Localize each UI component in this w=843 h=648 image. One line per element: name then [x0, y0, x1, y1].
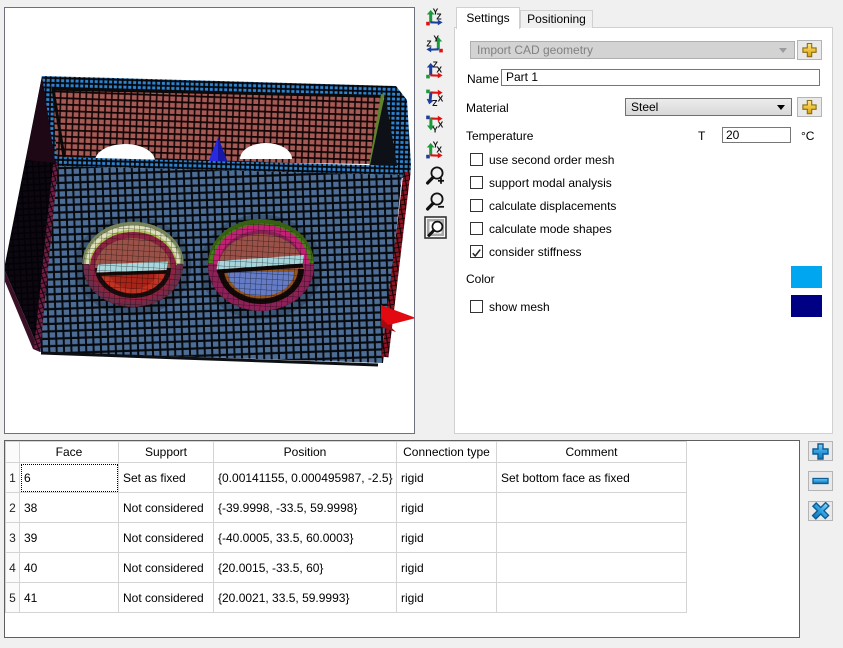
svg-text:X: X — [438, 119, 444, 129]
svg-text:Z: Z — [426, 38, 431, 48]
svg-text:X: X — [438, 93, 444, 103]
svg-text:X: X — [436, 144, 442, 154]
svg-text:Y: Y — [433, 35, 439, 44]
svg-text:Y: Y — [432, 124, 438, 133]
svg-text:Z: Z — [436, 11, 441, 21]
svg-text:Z: Z — [432, 98, 437, 107]
svg-text:X: X — [436, 64, 442, 74]
